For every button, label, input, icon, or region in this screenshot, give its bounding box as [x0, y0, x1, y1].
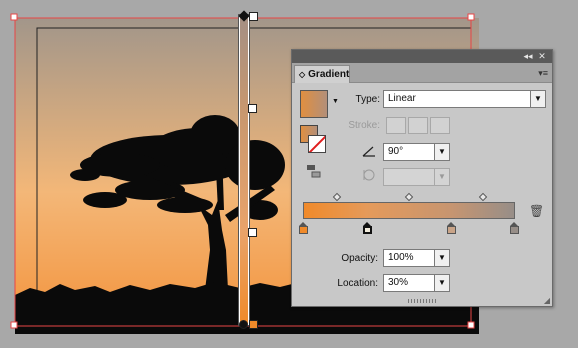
gradient-stop[interactable] [510, 222, 519, 234]
selection-handle[interactable] [467, 321, 475, 329]
selection-handle[interactable] [10, 321, 18, 329]
aspect-ratio-icon [363, 169, 375, 181]
stroke-box-none[interactable] [308, 135, 326, 153]
location-input[interactable]: 30% ▼ [383, 274, 450, 292]
chevron-down-icon[interactable]: ▼ [434, 275, 449, 291]
delete-stop-icon[interactable]: 🗑 [529, 204, 544, 218]
gradient-stop-selected[interactable] [363, 222, 372, 234]
tab-gradient-label: Gradient [308, 69, 350, 80]
angle-input[interactable]: 90° ▼ [383, 143, 450, 161]
opacity-input[interactable]: 100% ▼ [383, 249, 450, 267]
gradient-swatch[interactable] [300, 90, 328, 118]
gradient-slider[interactable] [303, 202, 515, 219]
selection-handle[interactable] [467, 13, 475, 21]
opacity-label: Opacity: [341, 253, 378, 264]
type-label: Type: [355, 94, 380, 105]
gradient-annotator-origin[interactable] [239, 320, 248, 329]
aspect-ratio-input[interactable]: ▼ [383, 168, 450, 186]
chevron-down-icon[interactable]: ▼ [530, 91, 545, 107]
gradient-midpoint[interactable] [478, 192, 488, 202]
location-value: 30% [388, 277, 409, 288]
gradient-annotator-stop[interactable] [249, 320, 258, 329]
opacity-value: 100% [388, 252, 414, 263]
selection-handle[interactable] [10, 13, 18, 21]
type-value: Linear [388, 93, 416, 104]
panel-tab-row: ◇ Gradient ▾≡ [292, 63, 552, 83]
resize-corner-icon[interactable]: ◢ [544, 296, 550, 305]
gradient-stop[interactable] [299, 222, 308, 234]
fill-stroke-indicator[interactable] [300, 125, 326, 155]
chevron-down-icon[interactable]: ▼ [434, 169, 449, 185]
gradient-annotator-fill [240, 16, 248, 324]
panel-resize-grip[interactable] [408, 299, 438, 303]
gradient-midpoint[interactable] [332, 192, 342, 202]
chevron-down-icon[interactable]: ▼ [434, 250, 449, 266]
angle-icon [362, 146, 375, 157]
location-label: Location: [337, 278, 378, 289]
panel-titlebar[interactable]: ◂◂ ✕ [292, 50, 552, 63]
close-panel-icon[interactable]: ✕ [536, 50, 548, 63]
type-select[interactable]: Linear ▼ [383, 90, 546, 108]
stroke-within-button[interactable] [386, 117, 406, 134]
collapse-panel-icon[interactable]: ◂◂ [522, 50, 534, 63]
stroke-label: Stroke: [348, 120, 380, 131]
gradient-annotator-stop[interactable] [248, 104, 257, 113]
gradient-panel: ◂◂ ✕ ◇ Gradient ▾≡ ▼ Type: Linear ▼ Strok… [291, 49, 553, 307]
angle-value: 90° [388, 146, 404, 157]
stroke-along-button[interactable] [408, 117, 428, 134]
gradient-midpoint[interactable] [404, 192, 414, 202]
tab-gradient[interactable]: ◇ Gradient [294, 65, 350, 83]
gradient-stop[interactable] [447, 222, 456, 234]
gradient-annotator-stop[interactable] [248, 228, 257, 237]
panel-menu-icon[interactable]: ▾≡ [538, 67, 548, 79]
chevron-down-icon[interactable]: ▼ [434, 144, 449, 160]
gradient-annotator-stop[interactable] [249, 12, 258, 21]
reverse-gradient-icon[interactable] [306, 164, 322, 178]
tab-chevron-icon[interactable]: ◇ [299, 70, 305, 79]
swatch-dropdown-icon[interactable]: ▼ [332, 98, 339, 105]
stroke-across-button[interactable] [430, 117, 450, 134]
